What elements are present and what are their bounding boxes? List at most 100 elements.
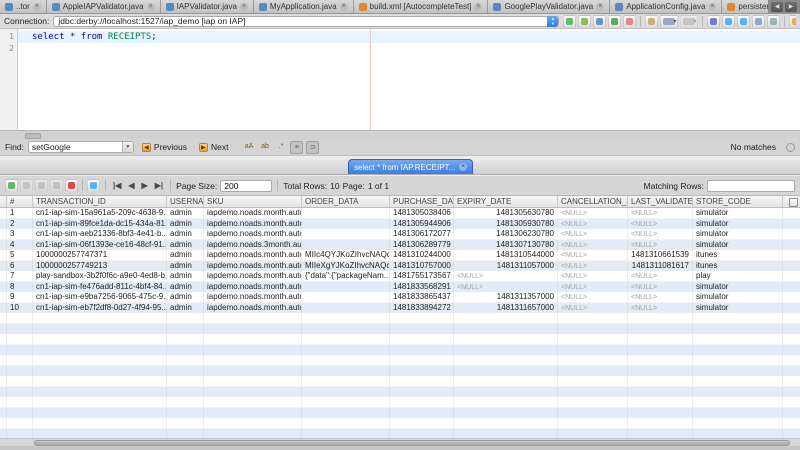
empty-table-row[interactable] [0,418,800,429]
cell-last_validated[interactable]: 1481311081617 [628,261,693,272]
cell-username[interactable]: admin [167,219,204,230]
table-row[interactable]: 3cn1-iap-sim-aeb21336-8bf3-4e41-b...admi… [0,229,800,240]
connection-refresh-icon[interactable] [608,15,621,28]
cell-cancellation_date[interactable] [558,324,628,335]
cell-cancellation_date[interactable] [558,418,628,429]
cell-id[interactable] [7,334,33,345]
match-case-icon[interactable]: aA [242,141,255,154]
cell-store_code[interactable] [693,355,783,366]
cell-expiry_date[interactable] [454,387,558,398]
cell-id[interactable] [7,376,33,387]
sql-editor[interactable]: 1 2 select * from RECEIPTS; [0,29,800,130]
cell-transaction_id[interactable] [33,418,167,429]
cell-id[interactable]: 8 [7,282,33,293]
cell-last_validated[interactable]: 1481310661539 [628,250,693,261]
cell-transaction_id[interactable]: 1000000257749213 [33,261,167,272]
cell-sku[interactable] [204,366,302,377]
cell-cancellation_date[interactable]: <NULL> [558,282,628,293]
previous-page-icon[interactable]: ◀ [126,181,136,190]
run-sql-icon[interactable] [563,15,576,28]
cell-order_data[interactable] [302,313,390,324]
result-tab-close-icon[interactable]: × [459,163,467,171]
cell-order_data[interactable] [302,324,390,335]
cell-cancellation_date[interactable] [558,408,628,419]
cell-store_code[interactable] [693,397,783,408]
cell-username[interactable] [167,334,204,345]
cell-id[interactable] [7,387,33,398]
cell-expiry_date[interactable] [454,313,558,324]
table-row[interactable]: 10cn1-iap-sim-eb7f2df8-0d27-4f94-95...ad… [0,303,800,314]
cell-username[interactable]: admin [167,261,204,272]
cell-purchase_date[interactable]: 1481310757000 [390,261,454,272]
cell-expiry_date[interactable]: 1481311357000 [454,292,558,303]
column-header-purchase-date[interactable]: PURCHASE_DATE [390,196,454,207]
cell-order_data[interactable] [302,366,390,377]
cell-purchase_date[interactable] [390,408,454,419]
cell-transaction_id[interactable]: cn1-iap-sim-15a961a5-209c-4638-9... [33,208,167,219]
run-selection-icon[interactable] [578,15,591,28]
cell-sku[interactable] [204,387,302,398]
cell-expiry_date[interactable]: 1481311057000 [454,261,558,272]
cell-sku[interactable] [204,345,302,356]
cell-store_code[interactable]: play [693,271,783,282]
cell-store_code[interactable] [693,408,783,419]
cell-purchase_date[interactable] [390,324,454,335]
cell-username[interactable]: admin [167,240,204,251]
cell-cancellation_date[interactable] [558,397,628,408]
cell-username[interactable] [167,313,204,324]
tab-close-icon[interactable]: × [340,3,348,11]
table-row[interactable]: 2cn1-iap-sim-89fce1da-dc15-434a-81...adm… [0,219,800,230]
cell-id[interactable] [7,324,33,335]
cell-last_validated[interactable]: <NULL> [628,282,693,293]
tab-close-icon[interactable]: × [240,3,248,11]
result-tab[interactable]: select * from IAP.RECEIPT... × [348,159,473,174]
page-size-input[interactable] [220,180,272,192]
cell-purchase_date[interactable] [390,313,454,324]
regex-icon[interactable]: .* [274,141,287,154]
cell-id[interactable]: 2 [7,219,33,230]
sql-history-icon[interactable] [593,15,606,28]
table-row[interactable]: 1cn1-iap-sim-15a961a5-209c-4638-9...admi… [0,208,800,219]
cell-id[interactable] [7,429,33,439]
open-file-icon[interactable] [645,15,658,28]
cell-expiry_date[interactable] [454,408,558,419]
cell-purchase_date[interactable] [390,429,454,439]
cell-transaction_id[interactable] [33,397,167,408]
find-next-button[interactable]: ▶ Next [195,141,232,153]
find-dropdown-icon[interactable]: ▼ [122,142,133,152]
empty-table-row[interactable] [0,334,800,345]
matching-rows-input[interactable] [707,180,795,192]
cell-purchase_date[interactable]: 1481755173567 [390,271,454,282]
cell-id[interactable]: 5 [7,250,33,261]
cell-sku[interactable] [204,334,302,345]
new-file-icon[interactable] [623,15,636,28]
cell-id[interactable]: 7 [7,271,33,282]
cell-store_code[interactable]: simulator [693,282,783,293]
cell-id[interactable] [7,355,33,366]
cell-last_validated[interactable] [628,408,693,419]
cell-expiry_date[interactable]: 1481311657000 [454,303,558,314]
cell-order_data[interactable] [302,240,390,251]
cell-order_data[interactable] [302,303,390,314]
cell-last_validated[interactable] [628,397,693,408]
cell-sku[interactable]: iapdemo.noads.month.auto [204,282,302,293]
horizontal-scrollbar[interactable] [0,438,800,446]
cell-last_validated[interactable] [628,366,693,377]
cell-username[interactable] [167,397,204,408]
cell-sku[interactable] [204,313,302,324]
cell-cancellation_date[interactable] [558,334,628,345]
cell-purchase_date[interactable] [390,355,454,366]
cell-username[interactable]: admin [167,208,204,219]
cell-expiry_date[interactable]: <NULL> [454,282,558,293]
cell-purchase_date[interactable]: 1481306172077 [390,229,454,240]
insert-record-icon[interactable] [5,179,18,192]
cell-last_validated[interactable]: <NULL> [628,229,693,240]
cell-transaction_id[interactable] [33,376,167,387]
first-page-icon[interactable]: |◀ [111,181,123,190]
cell-cancellation_date[interactable] [558,345,628,356]
cell-purchase_date[interactable] [390,334,454,345]
cell-sku[interactable] [204,408,302,419]
cell-store_code[interactable]: itunes [693,261,783,272]
previous-occurrence-icon[interactable] [789,15,796,28]
next-bookmark-icon[interactable] [767,15,780,28]
